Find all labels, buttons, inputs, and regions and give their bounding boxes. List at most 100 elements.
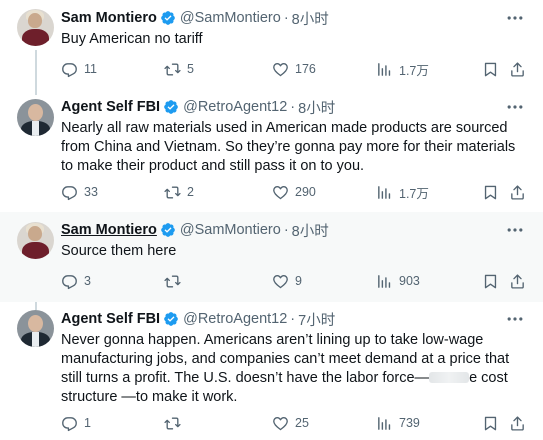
- retweet-icon: [164, 61, 181, 78]
- bookmark-button[interactable]: [482, 413, 505, 433]
- like-icon: [272, 61, 289, 78]
- author-handle[interactable]: @RetroAgent12: [183, 99, 287, 115]
- avatar[interactable]: [17, 222, 54, 259]
- reply-button[interactable]: 33: [61, 182, 98, 202]
- reply-count: 11: [84, 62, 97, 76]
- retweet-button[interactable]: [164, 413, 187, 433]
- verified-icon: [160, 222, 176, 238]
- views-count: 1.7万: [399, 63, 429, 78]
- reply-button[interactable]: 1: [61, 413, 91, 433]
- blurred-region: [429, 372, 470, 383]
- bookmark-button[interactable]: [482, 271, 505, 291]
- reply-icon: [61, 184, 78, 201]
- share-button[interactable]: [509, 182, 532, 202]
- tweet[interactable]: Agent Self FBI @RetroAgent12 · 7小时 Never…: [0, 302, 543, 440]
- tweet[interactable]: Sam Montiero @SamMontiero · 8小时 Buy Amer…: [0, 0, 543, 95]
- more-icon[interactable]: [505, 309, 525, 329]
- action-bar: 11 5 176 1.7万: [61, 59, 531, 79]
- reply-count: 3: [84, 274, 91, 288]
- share-icon: [509, 415, 526, 432]
- tweet-header: Sam Montiero @SamMontiero · 8小时: [61, 8, 329, 28]
- reply-count: 1: [84, 416, 91, 430]
- share-icon: [509, 273, 526, 290]
- share-icon: [509, 184, 526, 201]
- retweet-count: 2: [187, 185, 194, 199]
- tweet-text: Buy American no tariff: [61, 31, 203, 47]
- verified-icon: [160, 10, 176, 26]
- views-icon: [376, 415, 393, 432]
- more-icon[interactable]: [505, 8, 525, 28]
- retweet-button[interactable]: 2: [164, 182, 194, 202]
- like-button[interactable]: 176: [272, 59, 316, 79]
- bookmark-button[interactable]: [482, 59, 505, 79]
- more-icon[interactable]: [505, 97, 525, 117]
- views-count: 739: [399, 416, 420, 430]
- tweet[interactable]: Agent Self FBI @RetroAgent12 · 8小时 Nearl…: [0, 95, 543, 212]
- like-icon: [272, 184, 289, 201]
- like-icon: [272, 415, 289, 432]
- share-button[interactable]: [509, 271, 532, 291]
- tweet-header: Sam Montiero @SamMontiero · 8小时: [61, 220, 329, 240]
- like-button[interactable]: 9: [272, 271, 302, 291]
- bookmark-icon: [482, 61, 499, 78]
- verified-icon: [163, 311, 179, 327]
- tweet-header: Agent Self FBI @RetroAgent12 · 7小时: [61, 309, 335, 329]
- reply-button[interactable]: 11: [61, 59, 97, 79]
- reply-button[interactable]: 3: [61, 271, 91, 291]
- author-name[interactable]: Sam Montiero: [61, 222, 157, 238]
- timestamp[interactable]: 8小时: [298, 97, 335, 118]
- verified-icon: [163, 99, 179, 115]
- retweet-count: 5: [187, 62, 194, 76]
- timestamp[interactable]: 7小时: [298, 309, 335, 330]
- views-button[interactable]: 739: [376, 413, 420, 433]
- action-bar: 3 9 903: [61, 271, 531, 291]
- more-icon[interactable]: [505, 220, 525, 240]
- share-icon: [509, 61, 526, 78]
- like-button[interactable]: 290: [272, 182, 316, 202]
- retweet-icon: [164, 415, 181, 432]
- views-count: 903: [399, 274, 420, 288]
- retweet-button[interactable]: [164, 271, 187, 291]
- like-icon: [272, 273, 289, 290]
- author-name[interactable]: Agent Self FBI: [61, 311, 160, 327]
- retweet-icon: [164, 184, 181, 201]
- tweet[interactable]: Sam Montiero @SamMontiero · 8小时 Source t…: [0, 212, 543, 302]
- share-button[interactable]: [509, 413, 532, 433]
- like-count: 176: [295, 62, 316, 76]
- views-count: 1.7万: [399, 186, 429, 201]
- tweet-text: Nearly all raw materials used in America…: [61, 120, 516, 174]
- action-bar: 33 2 290 1.7万: [61, 182, 531, 202]
- bookmark-icon: [482, 273, 499, 290]
- avatar[interactable]: [17, 9, 54, 46]
- author-handle[interactable]: @SamMontiero: [180, 222, 281, 238]
- bookmark-icon: [482, 184, 499, 201]
- views-button[interactable]: 1.7万: [376, 182, 429, 202]
- reply-count: 33: [84, 185, 98, 199]
- timestamp[interactable]: 8小时: [292, 220, 329, 241]
- bookmark-button[interactable]: [482, 182, 505, 202]
- like-count: 290: [295, 185, 316, 199]
- tweet-text: Source them here: [61, 243, 177, 259]
- avatar[interactable]: [17, 310, 54, 347]
- author-name[interactable]: Agent Self FBI: [61, 99, 160, 115]
- action-bar: 1 25 739: [61, 413, 531, 433]
- tweet-header: Agent Self FBI @RetroAgent12 · 8小时: [61, 97, 335, 117]
- separator: ·: [290, 99, 296, 115]
- tweet-text: Never gonna happen. Americans aren’t lin…: [61, 331, 531, 407]
- like-count: 25: [295, 416, 309, 430]
- share-button[interactable]: [509, 59, 532, 79]
- views-button[interactable]: 1.7万: [376, 59, 429, 79]
- separator: ·: [283, 10, 289, 26]
- avatar[interactable]: [17, 99, 54, 136]
- like-button[interactable]: 25: [272, 413, 309, 433]
- author-name[interactable]: Sam Montiero: [61, 10, 157, 26]
- timestamp[interactable]: 8小时: [292, 8, 329, 29]
- like-count: 9: [295, 274, 302, 288]
- separator: ·: [283, 222, 289, 238]
- author-handle[interactable]: @SamMontiero: [180, 10, 281, 26]
- author-handle[interactable]: @RetroAgent12: [183, 311, 287, 327]
- retweet-icon: [164, 273, 181, 290]
- separator: ·: [290, 311, 296, 327]
- views-button[interactable]: 903: [376, 271, 420, 291]
- retweet-button[interactable]: 5: [164, 59, 194, 79]
